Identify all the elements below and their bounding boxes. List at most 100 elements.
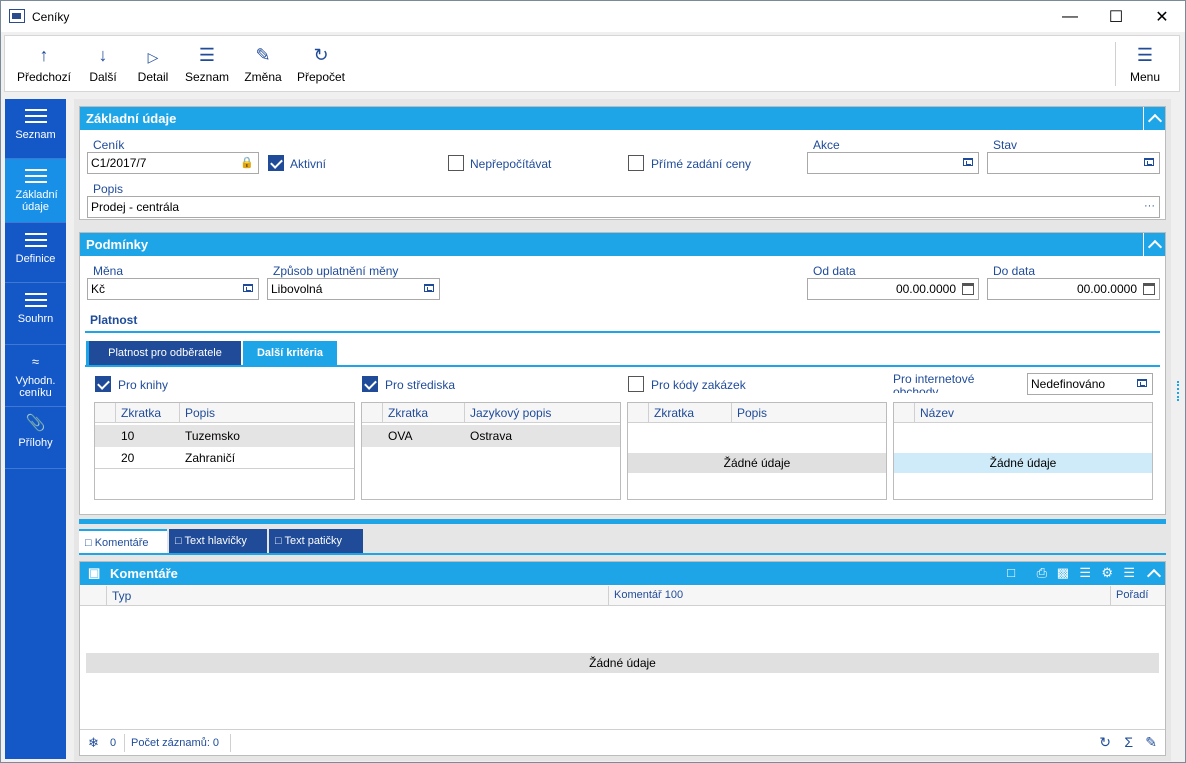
sidebar-item-basic[interactable]: Základní údaje	[5, 159, 66, 223]
sidebar-item-attachments[interactable]: 📎 Přílohy	[5, 407, 66, 469]
chart-icon[interactable]: ▩	[1057, 565, 1069, 581]
dropdown-icon	[243, 284, 253, 292]
to-date-field[interactable]: 00.00.0000	[987, 278, 1160, 300]
chart-icon: ≈	[31, 354, 40, 369]
side-splitter[interactable]	[1177, 381, 1181, 401]
paperclip-icon: 📎	[25, 415, 46, 432]
collapse-icon[interactable]	[1143, 233, 1165, 256]
refresh-icon[interactable]: ↻	[1099, 734, 1111, 751]
col-header-name[interactable]: Název	[920, 406, 954, 420]
new-record-icon[interactable]: □	[1007, 565, 1015, 580]
empty-message: Žádné údaje	[628, 453, 886, 473]
orders-checkbox[interactable]	[628, 376, 644, 392]
books-grid: Zkratka Popis 10 Tuzemsko 20 Zahraničí	[94, 402, 355, 500]
barcode-icon[interactable]: ☰	[1079, 565, 1091, 581]
sidebar-item-label: Definice	[15, 253, 56, 265]
book-icon: ▣	[88, 565, 101, 580]
col-header-desc[interactable]: Popis	[737, 406, 767, 420]
col-header-lang-desc[interactable]: Jazykový popis	[470, 406, 551, 420]
collapse-icon[interactable]	[1143, 107, 1165, 130]
detail-button[interactable]: ▷ Detail	[133, 36, 173, 91]
active-checkbox[interactable]	[268, 155, 284, 171]
table-row[interactable]: OVA Ostrava	[362, 425, 620, 447]
desc-field[interactable]: Prodej - centrála ···	[87, 196, 1160, 218]
maximize-button[interactable]: ☐	[1093, 1, 1139, 32]
status-bar: ❄ 0 Počet záznamů: 0 ↻ Σ ✎	[80, 729, 1165, 755]
sidebar-item-label: Vyhodn. ceníku	[15, 375, 56, 399]
col-header-comment[interactable]: Komentář 100	[614, 589, 683, 601]
sidebar-item-label: Souhrn	[17, 313, 54, 325]
calendar-icon[interactable]	[962, 283, 974, 295]
app-icon	[9, 9, 25, 23]
menu-icon: ☰	[1136, 45, 1154, 65]
col-header-desc[interactable]: Popis	[185, 406, 215, 420]
table-row[interactable]: 20 Zahraničí	[95, 447, 354, 469]
gear-icon[interactable]: ⚙	[1101, 565, 1113, 581]
menu-label: Menu	[1129, 70, 1161, 84]
col-header-type[interactable]: Typ	[112, 589, 131, 603]
mode-label: Způsob uplatnění měny	[273, 264, 399, 278]
change-label: Změna	[244, 70, 282, 84]
col-separator	[382, 403, 383, 423]
col-header-code[interactable]: Zkratka	[121, 406, 161, 420]
sidebar-item-evaluation[interactable]: ≈ Vyhodn. ceníku	[5, 345, 66, 407]
no-recalc-checkbox[interactable]	[448, 155, 464, 171]
splitter[interactable]	[79, 519, 1166, 524]
col-header-code[interactable]: Zkratka	[388, 406, 428, 420]
conditions-panel: Podmínky Měna Kč Způsob uplatnění měny L…	[79, 232, 1166, 515]
snowflake-icon[interactable]: ❄	[88, 735, 99, 751]
sidebar-item-list[interactable]: Seznam	[5, 99, 66, 159]
to-date-label: Do data	[993, 264, 1036, 278]
action-select[interactable]	[807, 152, 979, 174]
mode-select[interactable]: Libovolná	[267, 278, 440, 300]
menu-button[interactable]: ☰ Menu	[1125, 36, 1165, 91]
tab-label: Text patičky	[284, 535, 342, 547]
tab-more-criteria[interactable]: Další kritéria	[243, 341, 337, 365]
arrow-up-icon: ↑	[39, 45, 49, 65]
sum-icon[interactable]: Σ	[1124, 734, 1133, 750]
toolbar: ↑ Předchozí ↓ Další ▷ Detail ☰ Seznam ✎ …	[4, 35, 1180, 92]
menu-icon[interactable]: ☰	[1123, 565, 1135, 581]
sidebar-item-label: Seznam	[15, 129, 56, 141]
document-icon: □	[175, 535, 182, 547]
books-label: Pro knihy	[118, 378, 169, 392]
books-checkbox[interactable]	[95, 376, 111, 392]
tab-customer-validity[interactable]: Platnost pro odběratele	[86, 341, 241, 365]
pencil-icon[interactable]: ✎	[1145, 734, 1157, 751]
centers-checkbox[interactable]	[362, 376, 378, 392]
no-recalc-label: Nepřepočítávat	[470, 157, 552, 171]
close-button[interactable]: ✕	[1139, 1, 1185, 32]
eshop-select[interactable]: Nedefinováno	[1027, 373, 1153, 395]
recalc-label: Přepočet	[296, 70, 346, 84]
print-icon[interactable]: ⎙	[1037, 565, 1047, 581]
col-separator	[106, 586, 107, 606]
next-button[interactable]: ↓ Další	[85, 36, 121, 91]
list-button[interactable]: ☰ Seznam	[183, 36, 231, 91]
tab-header-text[interactable]: □ Text hlavičky	[169, 529, 267, 553]
calendar-icon[interactable]	[1143, 283, 1155, 295]
table-row[interactable]: 10 Tuzemsko	[95, 425, 354, 447]
direct-price-checkbox[interactable]	[628, 155, 644, 171]
col-separator	[914, 403, 915, 423]
main-area: Základní údaje Ceník C1/2017/7 🔒 Aktivní…	[74, 99, 1171, 761]
tab-comments[interactable]: □ Komentáře	[79, 529, 167, 553]
collapse-icon[interactable]	[1143, 562, 1165, 585]
lock-icon: 🔒	[240, 157, 254, 169]
change-button[interactable]: ✎ Změna	[241, 36, 285, 91]
from-date-field[interactable]: 00.00.0000	[807, 278, 979, 300]
col-separator	[648, 403, 649, 423]
sidebar-item-summary[interactable]: Souhrn	[5, 283, 66, 345]
currency-select[interactable]: Kč	[87, 278, 259, 300]
minimize-button[interactable]: —	[1047, 1, 1093, 32]
active-label: Aktivní	[290, 157, 327, 171]
tab-footer-text[interactable]: □ Text patičky	[269, 529, 363, 553]
sidebar-item-definition[interactable]: Definice	[5, 223, 66, 283]
col-header-code[interactable]: Zkratka	[654, 406, 694, 420]
ellipsis-button[interactable]: ···	[1144, 200, 1155, 212]
arrow-down-icon: ↓	[98, 45, 108, 65]
prev-button[interactable]: ↑ Předchozí	[15, 36, 73, 91]
state-select[interactable]	[987, 152, 1160, 174]
col-header-order[interactable]: Pořadí	[1116, 589, 1148, 601]
pricelist-field[interactable]: C1/2017/7 🔒	[87, 152, 259, 174]
recalc-button[interactable]: ↻ Přepočet	[295, 36, 347, 91]
